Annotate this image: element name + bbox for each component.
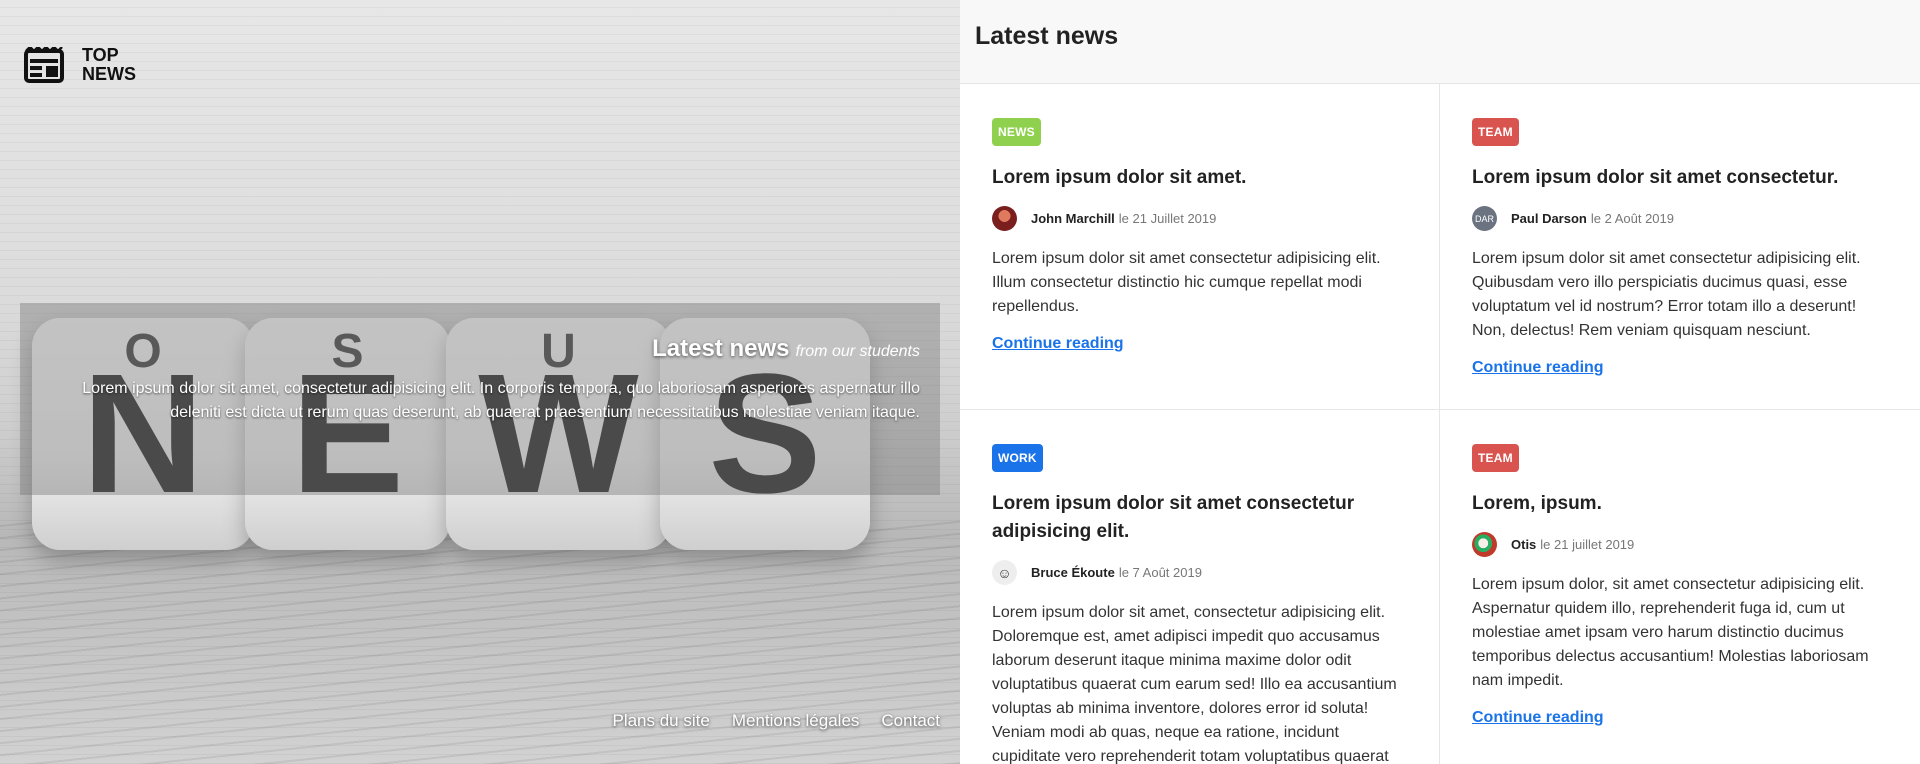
category-badge[interactable]: TEAM: [1472, 118, 1519, 146]
hero-caption: Latest news from our students Lorem ipsum…: [20, 303, 940, 495]
category-badge[interactable]: NEWS: [992, 118, 1041, 146]
author-name: John Marchill: [1031, 211, 1115, 226]
continue-reading-link[interactable]: Continue reading: [1472, 709, 1604, 727]
avatar: [992, 206, 1017, 231]
card-title[interactable]: Lorem, ipsum.: [1472, 490, 1888, 518]
logo-line-1: TOP: [82, 45, 119, 65]
card-excerpt: Lorem ipsum dolor sit amet consectetur a…: [1472, 250, 1861, 339]
hero-heading: Latest news from our students: [60, 335, 920, 363]
category-badge[interactable]: WORK: [992, 444, 1043, 472]
logo-line-2: NEWS: [82, 64, 136, 84]
news-grid: NEWS Lorem ipsum dolor sit amet. John Ma…: [960, 84, 1920, 764]
hero-title: Latest news: [652, 335, 790, 362]
news-panel: Latest news NEWS Lorem ipsum dolor sit a…: [960, 0, 1920, 764]
hero-section: O N S E U W S TOP NEWS Latest news from …: [0, 0, 960, 764]
footer-link-legal[interactable]: Mentions légales: [732, 711, 860, 731]
card-meta: DAR Paul Darson le 2 Août 2019: [1472, 206, 1888, 231]
newspaper-icon: [24, 47, 64, 83]
footer-link-sitemap[interactable]: Plans du site: [612, 711, 709, 731]
news-card: TEAM Lorem ipsum dolor sit amet consecte…: [1440, 84, 1920, 410]
card-excerpt: Lorem ipsum dolor sit amet consectetur a…: [992, 250, 1381, 315]
news-card: TEAM Lorem, ipsum. Otis le 21 juillet 20…: [1440, 410, 1920, 764]
card-meta: John Marchill le 21 Juillet 2019: [992, 206, 1407, 231]
card-title[interactable]: Lorem ipsum dolor sit amet.: [992, 164, 1407, 192]
card-title[interactable]: Lorem ipsum dolor sit amet consectetur.: [1472, 164, 1888, 192]
avatar: ☺: [992, 560, 1017, 585]
author-name: Paul Darson: [1511, 211, 1587, 226]
page-title: Latest news: [975, 22, 1119, 50]
continue-reading-link[interactable]: Continue reading: [992, 335, 1124, 353]
footer-link-contact[interactable]: Contact: [881, 711, 940, 731]
post-date: le 7 Août 2019: [1118, 565, 1202, 580]
card-meta: Otis le 21 juillet 2019: [1472, 532, 1888, 557]
logo-text: TOP NEWS: [82, 46, 136, 84]
post-date: le 21 juillet 2019: [1540, 537, 1635, 552]
card-title[interactable]: Lorem ipsum dolor sit amet consectetur a…: [992, 490, 1407, 546]
news-card: NEWS Lorem ipsum dolor sit amet. John Ma…: [960, 84, 1440, 410]
footer-nav: Plans du site Mentions légales Contact: [612, 711, 940, 731]
card-meta: ☺ Bruce Ékoute le 7 Août 2019: [992, 560, 1407, 585]
hero-description: Lorem ipsum dolor sit amet, consectetur …: [82, 380, 920, 421]
hero-subtitle: from our students: [795, 343, 921, 360]
category-badge[interactable]: TEAM: [1472, 444, 1519, 472]
post-date: le 2 Août 2019: [1590, 211, 1674, 226]
panel-header: Latest news: [960, 0, 1920, 84]
author-name: Bruce Ékoute: [1031, 565, 1115, 580]
card-excerpt: Lorem ipsum dolor, sit amet consectetur …: [1472, 576, 1869, 689]
avatar: DAR: [1472, 206, 1497, 231]
continue-reading-link[interactable]: Continue reading: [1472, 359, 1604, 377]
news-card: WORK Lorem ipsum dolor sit amet consecte…: [960, 410, 1440, 764]
post-date: le 21 Juillet 2019: [1118, 211, 1217, 226]
author-name: Otis: [1511, 537, 1537, 552]
card-excerpt: Lorem ipsum dolor sit amet, consectetur …: [992, 604, 1397, 764]
site-logo[interactable]: TOP NEWS: [24, 46, 136, 84]
avatar: [1472, 532, 1497, 557]
